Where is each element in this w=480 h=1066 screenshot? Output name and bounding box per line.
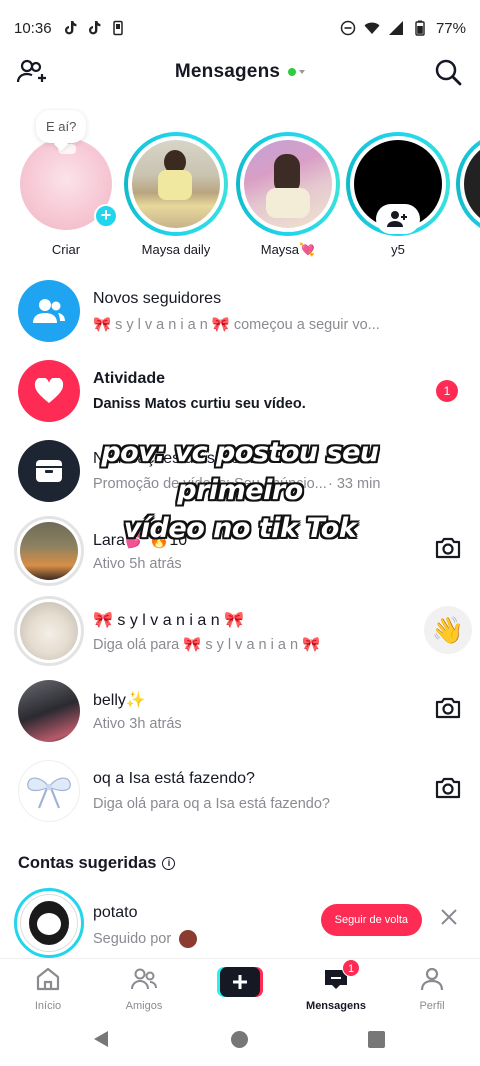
page-title: Mensagens [174,61,281,82]
bottom-tab-bar: Início Amigos Mensagens 1 Perfil [0,958,480,1012]
list-item-title: oq a Isa está fazendo? [93,770,255,787]
followers-icon [18,280,80,342]
recent-apps-icon[interactable] [368,1031,385,1048]
avatar [18,680,80,742]
tab-label: Mensagens [306,1000,366,1012]
battery-level: 77% [435,19,466,37]
list-item-subtitle: Ativo 5h atrás [93,556,182,572]
heart-icon [18,360,80,422]
list-item-isa[interactable]: oq a Isa está fazendo? Diga olá para oq … [0,750,480,830]
tiktok-icon [88,21,100,35]
section-title: Contas sugeridas [18,854,157,872]
avatar: + [20,138,118,230]
list-item-belly[interactable]: belly✨ Ativo 3h atrás [0,670,480,750]
stories-row: + Criar E aí? Maysa daily Maysa💘 y5 [0,108,480,260]
list-item-title: 🎀 s y l v a n i a n 🎀 [93,612,244,629]
do-not-disturb-icon [340,20,356,36]
story-partial[interactable] [456,132,480,236]
list-item-subtitle: Ativo 3h atrás [93,716,182,732]
avatar [132,140,220,228]
add-friend-badge[interactable] [376,204,420,234]
avatar [14,596,84,666]
search-icon[interactable] [434,58,462,86]
story-maysa[interactable]: Maysa💘 [236,132,340,258]
tab-profile[interactable]: Perfil [387,965,477,1012]
battery-icon [415,20,425,36]
add-friend-icon[interactable] [16,58,46,86]
avatar [14,888,84,958]
video-overlay-caption: pov: vc postou seu primeiro vídeo no tik… [60,434,420,548]
signal-icon [388,21,403,35]
suggested-accounts-title: Contas sugeridas i [18,854,176,873]
tab-home[interactable]: Início [3,965,93,1012]
status-bar: 10:36 77% [0,0,480,56]
list-item-subtitle: Seguido por [93,930,293,948]
unread-badge: 1 [436,380,458,402]
camera-icon[interactable] [434,776,462,800]
tab-messages[interactable]: Mensagens [291,965,381,1012]
list-item-subtitle: Diga olá para oq a Isa está fazendo? [93,796,330,812]
overlay-line: pov: vc postou seu primeiro [101,437,379,506]
story-label: y5 [391,242,405,257]
list-item-sylvanian[interactable]: 🎀 s y l v a n i a n 🎀 Diga olá para 🎀 s … [0,590,480,670]
tab-label: Amigos [125,1000,163,1012]
avatar [18,760,80,822]
messages-header: Mensagens [0,56,480,88]
tab-label: Perfil [419,1000,445,1012]
list-item-subtitle: Daniss Matos curtiu seu vídeo. [93,396,306,412]
avatar [179,930,198,948]
story-maysa-daily[interactable]: Maysa daily [124,132,228,257]
follow-back-button[interactable]: Seguir de volta [320,904,422,936]
status-time: 10:36 [14,19,52,37]
suggested-account-row[interactable]: potato Seguido por Seguir de volta [0,884,480,964]
add-story-icon[interactable]: + [94,204,118,228]
list-item-new-followers[interactable]: Novos seguidores 🎀 s y l v a n i a n 🎀 c… [0,270,480,350]
friends-icon [131,968,157,990]
back-icon[interactable] [92,1030,110,1048]
chevron-down-icon[interactable] [299,70,306,74]
story-create[interactable]: + Criar [14,138,118,257]
home-button-icon[interactable] [231,1031,248,1048]
messages-badge: 1 [342,959,360,977]
camera-icon[interactable] [434,536,462,560]
phone-icon [112,20,123,36]
system-navigation-bar [0,1012,480,1066]
avatar [244,140,332,228]
camera-icon[interactable] [434,696,462,720]
wifi-icon [364,22,380,34]
add-user-icon [387,211,407,227]
list-item-subtitle: Diga olá para 🎀 s y l v a n i a n 🎀 [93,637,321,653]
list-item-title: belly✨ [93,692,146,709]
profile-icon [420,967,444,991]
list-item-activity[interactable]: Atividade Daniss Matos curtiu seu vídeo.… [0,350,480,430]
list-item-title: Novos seguidores [93,290,222,307]
note-bubble[interactable]: E aí? [36,110,87,143]
close-icon[interactable] [440,908,458,926]
create-post-button[interactable] [217,967,263,997]
overlay-line: vídeo no tik Tok [123,513,357,544]
online-status-dot[interactable] [288,68,297,76]
list-item-title: potato [93,904,138,921]
bow-icon [27,777,71,809]
story-label: Criar [51,242,81,257]
story-y5[interactable]: y5 [346,132,450,257]
avatar [354,140,442,234]
tab-friends[interactable]: Amigos [99,965,189,1012]
wave-hand-icon[interactable]: 👋 [424,606,472,654]
list-item-subtitle: 🎀 s y l v a n i a n 🎀 começou a seguir v… [93,317,380,333]
story-label: Maysa daily [141,242,211,257]
list-item-title: Atividade [93,370,166,387]
home-icon [36,967,60,991]
story-label: Maysa💘 [260,242,316,257]
avatar [464,140,480,228]
info-icon[interactable]: i [162,857,176,870]
tab-label: Início [34,1000,62,1012]
tiktok-icon [64,21,76,35]
